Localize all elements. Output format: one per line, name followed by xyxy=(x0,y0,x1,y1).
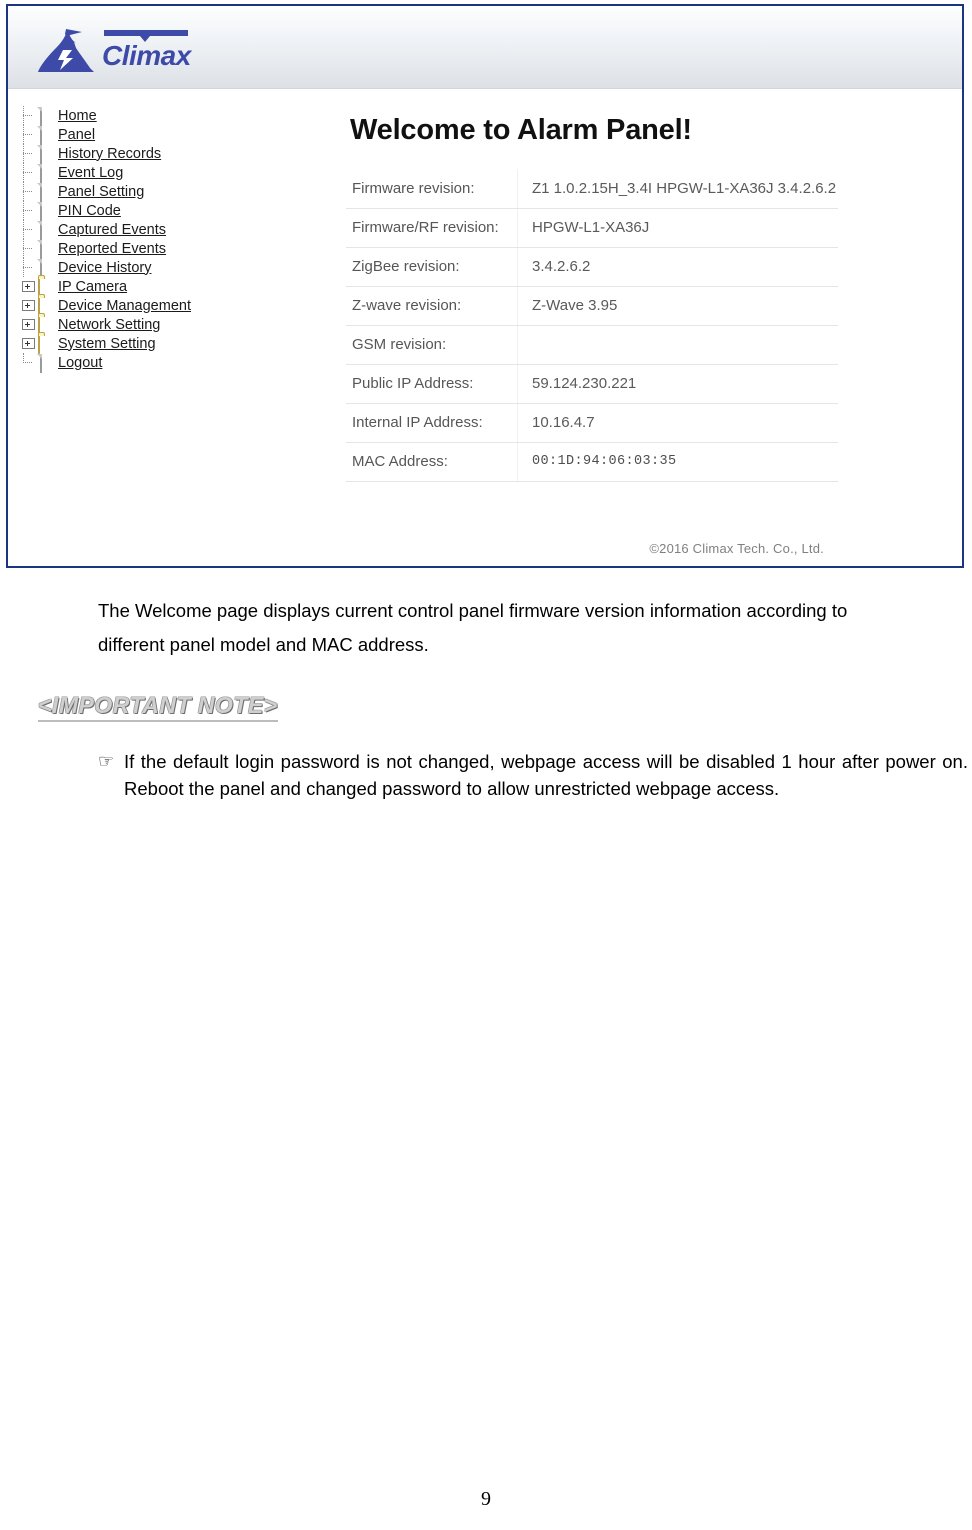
document-icon xyxy=(38,239,55,259)
nav-label[interactable]: Captured Events xyxy=(58,222,166,238)
nav-label[interactable]: Logout xyxy=(58,355,102,371)
tree-guide xyxy=(22,220,38,239)
navigation-tree: Home Panel History Records Event Log Pan… xyxy=(22,106,252,373)
tree-guide xyxy=(22,258,38,277)
embedded-browser-screenshot: Climax Home Panel History Records Event … xyxy=(6,4,964,568)
document-icon xyxy=(38,258,55,278)
intro-paragraph: The Welcome page displays current contro… xyxy=(98,600,848,655)
nav-label[interactable]: Reported Events xyxy=(58,241,166,257)
table-row: MAC Address: 00:1D:94:06:03:35 xyxy=(346,442,838,482)
tree-guide xyxy=(22,163,38,182)
nav-item-ip-camera[interactable]: IP Camera xyxy=(22,277,252,297)
document-body: The Welcome page displays current contro… xyxy=(0,576,972,802)
tree-guide xyxy=(22,353,38,372)
row-value: 10.16.4.7 xyxy=(517,403,838,443)
nav-item-panel[interactable]: Panel xyxy=(22,125,252,145)
nav-item-panel-setting[interactable]: Panel Setting xyxy=(22,182,252,202)
nav-label[interactable]: Network Setting xyxy=(58,317,160,333)
row-label: Firmware revision: xyxy=(346,169,518,209)
folder-icon xyxy=(38,296,55,316)
folder-icon xyxy=(38,315,55,335)
table-row: ZigBee revision: 3.4.2.6.2 xyxy=(346,247,838,287)
nav-item-event-log[interactable]: Event Log xyxy=(22,163,252,183)
row-value: Z-Wave 3.95 xyxy=(517,286,838,326)
copyright-footer: ©2016 Climax Tech. Co., Ltd. xyxy=(649,541,824,556)
tree-guide xyxy=(22,106,38,125)
folder-icon xyxy=(38,277,55,297)
tree-guide xyxy=(22,182,38,201)
tree-guide xyxy=(22,239,38,258)
expand-plus-icon[interactable] xyxy=(22,319,35,330)
nav-label[interactable]: System Setting xyxy=(58,336,156,352)
nav-label[interactable]: IP Camera xyxy=(58,279,127,295)
page-number: 9 xyxy=(481,1488,491,1510)
pointing-hand-icon: ☞ xyxy=(98,751,115,772)
row-label: Public IP Address: xyxy=(346,364,518,404)
row-label: Firmware/RF revision: xyxy=(346,208,518,248)
document-icon xyxy=(38,353,55,373)
row-value: 00:1D:94:06:03:35 xyxy=(517,442,838,482)
folder-icon xyxy=(38,334,55,354)
expand-plus-icon[interactable] xyxy=(22,281,35,292)
nav-label[interactable]: Panel xyxy=(58,127,95,143)
row-value: HPGW-L1-XA36J xyxy=(517,208,838,248)
document-icon xyxy=(38,182,55,202)
app-header-bar: Climax xyxy=(8,6,962,89)
expand-plus-icon[interactable] xyxy=(22,338,35,349)
nav-item-network-setting[interactable]: Network Setting xyxy=(22,315,252,335)
row-label: ZigBee revision: xyxy=(346,247,518,287)
nav-label[interactable]: Home xyxy=(58,108,97,124)
table-row: Firmware revision: Z1 1.0.2.15H_3.4I HPG… xyxy=(346,169,838,209)
row-value: 59.124.230.221 xyxy=(517,364,838,404)
tree-guide xyxy=(22,201,38,220)
note-bullet-text: If the default login password is not cha… xyxy=(124,751,968,799)
nav-item-pin-code[interactable]: PIN Code xyxy=(22,201,252,221)
nav-label[interactable]: Event Log xyxy=(58,165,123,181)
row-label: MAC Address: xyxy=(346,442,518,482)
tree-guide xyxy=(22,125,38,144)
page-title: Welcome to Alarm Panel! xyxy=(350,114,692,146)
nav-label[interactable]: Panel Setting xyxy=(58,184,144,200)
table-row: Internal IP Address: 10.16.4.7 xyxy=(346,403,838,443)
document-icon xyxy=(38,144,55,164)
document-icon xyxy=(38,220,55,240)
row-label: Z-wave revision: xyxy=(346,286,518,326)
table-row: GSM revision: xyxy=(346,325,838,365)
nav-item-history-records[interactable]: History Records xyxy=(22,144,252,164)
nav-label[interactable]: PIN Code xyxy=(58,203,121,219)
row-label: Internal IP Address: xyxy=(346,403,518,443)
document-icon xyxy=(38,106,55,126)
document-icon xyxy=(38,201,55,221)
nav-label[interactable]: Device History xyxy=(58,260,151,276)
expand-plus-icon[interactable] xyxy=(22,300,35,311)
nav-item-logout[interactable]: Logout xyxy=(22,353,252,373)
document-icon xyxy=(38,163,55,183)
important-note-heading: <IMPORTANT NOTE> xyxy=(38,692,278,722)
logo-wordmark: Climax xyxy=(102,40,191,71)
main-content: Welcome to Alarm Panel! Firmware revisio… xyxy=(338,114,878,482)
nav-item-captured-events[interactable]: Captured Events xyxy=(22,220,252,240)
nav-item-device-management[interactable]: Device Management xyxy=(22,296,252,316)
climax-logo: Climax xyxy=(30,20,200,78)
firmware-info-table: Firmware revision: Z1 1.0.2.15H_3.4I HPG… xyxy=(346,169,838,482)
nav-label[interactable]: Device Management xyxy=(58,298,191,314)
document-icon xyxy=(38,125,55,145)
row-value: Z1 1.0.2.15H_3.4I HPGW-L1-XA36J 3.4.2.6.… xyxy=(517,169,838,209)
table-row: Public IP Address: 59.124.230.221 xyxy=(346,364,838,404)
table-row: Firmware/RF revision: HPGW-L1-XA36J xyxy=(346,208,838,248)
nav-item-device-history[interactable]: Device History xyxy=(22,258,252,278)
row-value: 3.4.2.6.2 xyxy=(517,247,838,287)
nav-item-home[interactable]: Home xyxy=(22,106,252,126)
nav-label[interactable]: History Records xyxy=(58,146,161,162)
note-bullet-item: ☞ If the default login password is not c… xyxy=(98,748,968,802)
nav-item-system-setting[interactable]: System Setting xyxy=(22,334,252,354)
note-heading-wrap: <IMPORTANT NOTE> xyxy=(0,662,972,722)
row-value xyxy=(517,325,838,365)
table-row: Z-wave revision: Z-Wave 3.95 xyxy=(346,286,838,326)
nav-item-reported-events[interactable]: Reported Events xyxy=(22,239,252,259)
tree-guide xyxy=(22,144,38,163)
row-label: GSM revision: xyxy=(346,325,518,365)
